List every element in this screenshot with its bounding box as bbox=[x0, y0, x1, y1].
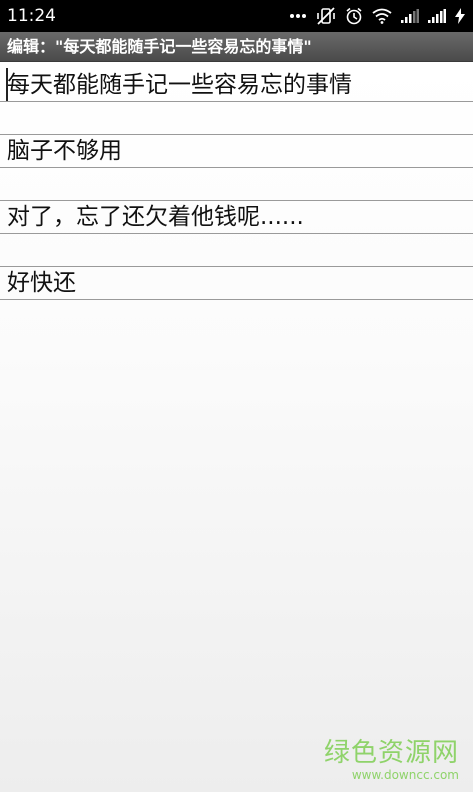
signal-icon bbox=[401, 9, 419, 23]
vibrate-off-icon bbox=[317, 7, 335, 25]
note-line[interactable]: 好快还 bbox=[0, 267, 473, 300]
note-line[interactable] bbox=[0, 168, 473, 201]
more-dots-icon bbox=[290, 14, 306, 18]
note-line[interactable]: 对了，忘了还欠着他钱呢...... bbox=[0, 201, 473, 234]
note-line-text: 脑子不够用 bbox=[7, 138, 122, 164]
note-line[interactable]: 每天都能随手记一些容易忘的事情 bbox=[0, 69, 473, 102]
note-line[interactable]: 脑子不够用 bbox=[0, 135, 473, 168]
signal-icon bbox=[428, 9, 446, 23]
watermark: 绿色资源网 www.downcc.com bbox=[324, 738, 459, 782]
note-line-text: 好快还 bbox=[7, 270, 76, 296]
note-line-text: 对了，忘了还欠着他钱呢...... bbox=[7, 204, 304, 230]
note-line[interactable] bbox=[0, 234, 473, 267]
status-time: 11:24 bbox=[7, 6, 56, 26]
note-editor[interactable]: 每天都能随手记一些容易忘的事情 脑子不够用 对了，忘了还欠着他钱呢...... … bbox=[0, 62, 473, 792]
note-line-text: 每天都能随手记一些容易忘的事情 bbox=[7, 72, 352, 98]
wifi-icon bbox=[372, 8, 392, 24]
page-title: 编辑："每天都能随手记一些容易忘的事情" bbox=[7, 37, 312, 56]
watermark-url: www.downcc.com bbox=[351, 768, 459, 782]
alarm-icon bbox=[346, 7, 362, 25]
status-icons bbox=[289, 5, 465, 27]
note-line[interactable] bbox=[0, 102, 473, 135]
charging-icon bbox=[455, 8, 465, 24]
title-bar: 编辑："每天都能随手记一些容易忘的事情" bbox=[0, 32, 473, 62]
watermark-title: 绿色资源网 bbox=[323, 738, 459, 768]
status-bar: 11:24 bbox=[0, 0, 473, 32]
